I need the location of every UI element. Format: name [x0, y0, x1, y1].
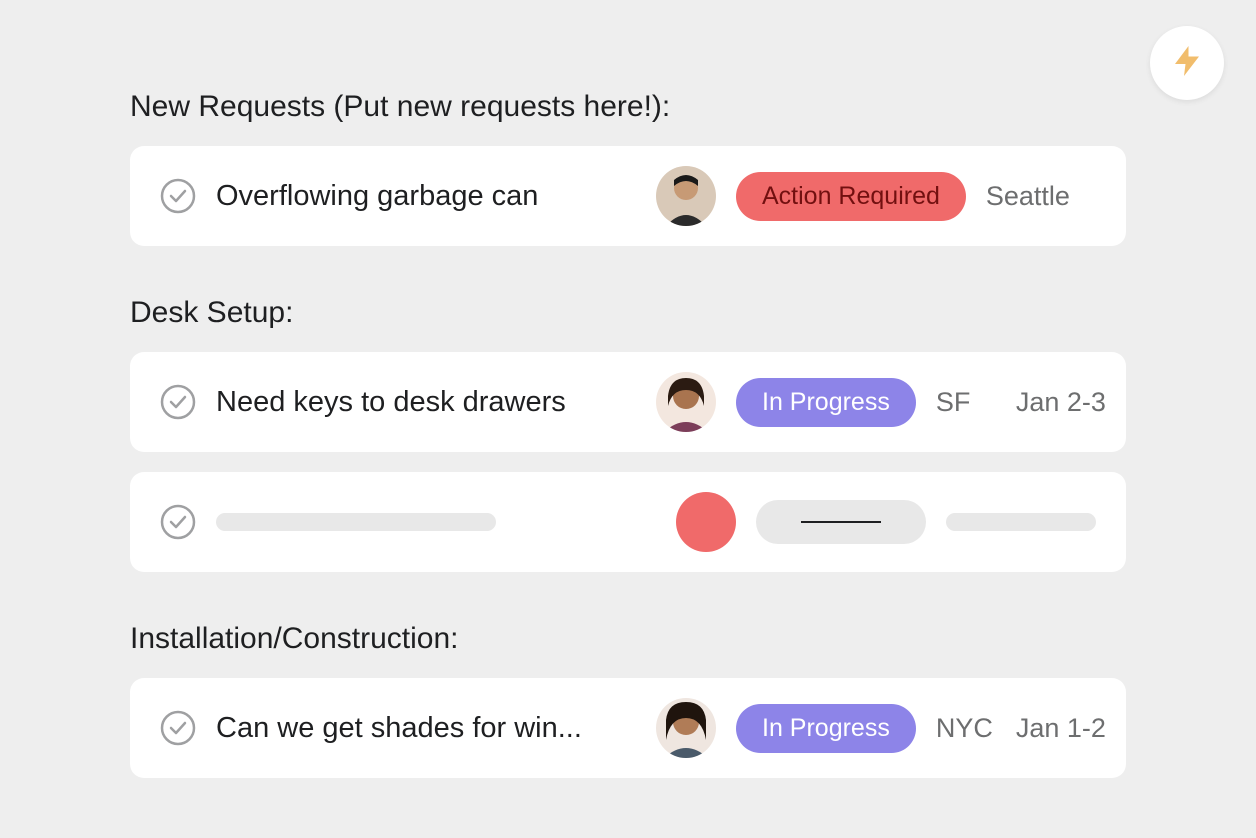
- complete-check-icon[interactable]: [160, 504, 196, 540]
- section-title: Desk Setup:: [130, 296, 1126, 330]
- status-badge[interactable]: In Progress: [736, 704, 916, 753]
- placeholder-meta: [946, 513, 1096, 531]
- placeholder-status: [756, 500, 926, 544]
- task-date: Jan 2-3: [1016, 387, 1106, 418]
- task-section: Installation/Construction: Can we get sha…: [130, 622, 1126, 778]
- placeholder-title: [216, 513, 496, 531]
- task-section: New Requests (Put new requests here!): Ov…: [130, 90, 1126, 246]
- assignee-avatar[interactable]: [656, 372, 716, 432]
- placeholder-avatar: [676, 492, 736, 552]
- lightning-fab[interactable]: [1150, 26, 1224, 100]
- task-row[interactable]: Overflowing garbage can Action Required Se…: [130, 146, 1126, 246]
- task-row[interactable]: Need keys to desk drawers In Progress SF Ja…: [130, 352, 1126, 452]
- task-title: Can we get shades for win...: [216, 712, 636, 745]
- task-title: Need keys to desk drawers: [216, 386, 636, 419]
- task-date: Jan 1-2: [1016, 713, 1106, 744]
- complete-check-icon[interactable]: [160, 710, 196, 746]
- task-location: Seattle: [986, 181, 1070, 212]
- lightning-bolt-icon: [1169, 43, 1205, 84]
- task-section: Desk Setup: Need keys to desk drawers In P…: [130, 296, 1126, 572]
- task-location: NYC: [936, 713, 996, 744]
- section-title: Installation/Construction:: [130, 622, 1126, 656]
- status-badge[interactable]: Action Required: [736, 172, 966, 221]
- status-badge[interactable]: In Progress: [736, 378, 916, 427]
- task-row[interactable]: Can we get shades for win... In Progress N…: [130, 678, 1126, 778]
- task-row[interactable]: [130, 472, 1126, 572]
- assignee-avatar[interactable]: [656, 698, 716, 758]
- task-location: SF: [936, 387, 996, 418]
- task-title: Overflowing garbage can: [216, 180, 636, 213]
- complete-check-icon[interactable]: [160, 384, 196, 420]
- section-title: New Requests (Put new requests here!):: [130, 90, 1126, 124]
- complete-check-icon[interactable]: [160, 178, 196, 214]
- assignee-avatar[interactable]: [656, 166, 716, 226]
